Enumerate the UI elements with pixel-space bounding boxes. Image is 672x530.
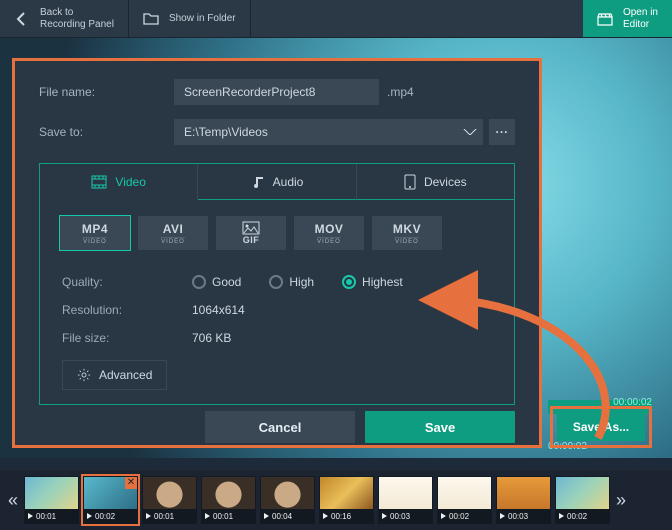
clip-thumb-7[interactable]: 00:03 [378, 476, 433, 524]
format-gif[interactable]: GIF [216, 216, 286, 250]
tab-video-label: Video [115, 175, 145, 189]
filmstrip-icon [91, 175, 107, 189]
format-tabs-box: Video Audio Devices MP4VIDEO AVIVIDEO GI… [39, 163, 515, 405]
filmstrip-next[interactable]: » [614, 474, 628, 526]
gear-icon [77, 368, 91, 382]
save-as-highlight: Save As... [550, 406, 652, 448]
clip-thumb-3[interactable]: 00:01 [142, 476, 197, 524]
format-mp4[interactable]: MP4VIDEO [60, 216, 130, 250]
tab-head: Video Audio Devices [40, 164, 514, 200]
browse-button[interactable]: ... [489, 119, 515, 145]
open-in-editor-label: Open in Editor [623, 7, 658, 31]
save-as-button[interactable]: Save As... [557, 413, 645, 441]
tab-audio[interactable]: Audio [198, 164, 356, 200]
close-icon[interactable]: ✕ [125, 477, 137, 489]
folder-icon [143, 11, 159, 27]
tab-audio-label: Audio [273, 175, 304, 189]
clip-thumb-9[interactable]: 00:03 [496, 476, 551, 524]
file-name-row: File name: .mp4 [39, 79, 515, 105]
resolution-value: 1064x614 [192, 303, 245, 317]
filmstrip: « 00:01 ✕00:02 00:01 00:01 00:04 00:16 0… [0, 470, 672, 530]
clip-thumb-1[interactable]: 00:01 [24, 476, 79, 524]
music-note-icon [251, 175, 265, 189]
advanced-button[interactable]: Advanced [62, 360, 167, 390]
format-row: MP4VIDEO AVIVIDEO GIF MOVVIDEO MKVVIDEO [40, 200, 514, 262]
clip-thumb-10[interactable]: 00:02 [555, 476, 610, 524]
format-mov[interactable]: MOVVIDEO [294, 216, 364, 250]
tab-devices-label: Devices [424, 175, 467, 189]
resolution-label: Resolution: [62, 303, 192, 317]
quality-radio-highest[interactable]: Highest [342, 275, 403, 289]
file-name-label: File name: [39, 85, 174, 99]
quality-radio-group: Good High Highest [192, 275, 403, 289]
open-in-editor-button[interactable]: Open in Editor [583, 0, 672, 37]
clip-thumb-4[interactable]: 00:01 [201, 476, 256, 524]
clip-thumb-2[interactable]: ✕00:02 [83, 476, 138, 524]
format-avi[interactable]: AVIVIDEO [138, 216, 208, 250]
show-in-folder-button[interactable]: Show in Folder [129, 0, 251, 37]
show-in-folder-label: Show in Folder [169, 13, 236, 25]
back-label: Back to Recording Panel [40, 7, 114, 31]
image-icon [242, 221, 260, 235]
options-area: Quality: Good High Highest Resolution: 1… [40, 262, 514, 404]
quality-label: Quality: [62, 275, 192, 289]
cancel-button[interactable]: Cancel [205, 411, 355, 443]
save-to-row: Save to: E:\Temp\Videos ... [39, 119, 515, 145]
filesize-value: 706 KB [192, 331, 231, 345]
back-to-recording-panel-button[interactable]: Back to Recording Panel [0, 0, 129, 37]
filesize-row: File size: 706 KB [62, 324, 492, 352]
filesize-label: File size: [62, 331, 192, 345]
save-dialog: File name: .mp4 Save to: E:\Temp\Videos … [12, 58, 542, 448]
dialog-buttons: Cancel Save [39, 405, 515, 443]
clip-thumb-6[interactable]: 00:16 [319, 476, 374, 524]
quality-row: Quality: Good High Highest [62, 268, 492, 296]
save-to-select[interactable]: E:\Temp\Videos [174, 119, 483, 145]
save-button[interactable]: Save [365, 411, 515, 443]
format-mkv[interactable]: MKVVIDEO [372, 216, 442, 250]
file-extension: .mp4 [379, 85, 439, 99]
save-to-label: Save to: [39, 125, 174, 139]
quality-radio-high[interactable]: High [269, 275, 314, 289]
file-name-input[interactable] [174, 79, 379, 105]
clapper-icon [597, 11, 613, 27]
tab-devices[interactable]: Devices [357, 164, 514, 200]
clip-thumb-5[interactable]: 00:04 [260, 476, 315, 524]
clip-thumb-8[interactable]: 00:02 [437, 476, 492, 524]
advanced-label: Advanced [99, 368, 152, 382]
tab-video[interactable]: Video [40, 164, 198, 200]
filmstrip-prev[interactable]: « [6, 474, 20, 526]
quality-radio-good[interactable]: Good [192, 275, 241, 289]
topbar: Back to Recording Panel Show in Folder O… [0, 0, 672, 38]
arrow-left-icon [14, 11, 30, 27]
device-icon [404, 174, 416, 190]
resolution-row: Resolution: 1064x614 [62, 296, 492, 324]
